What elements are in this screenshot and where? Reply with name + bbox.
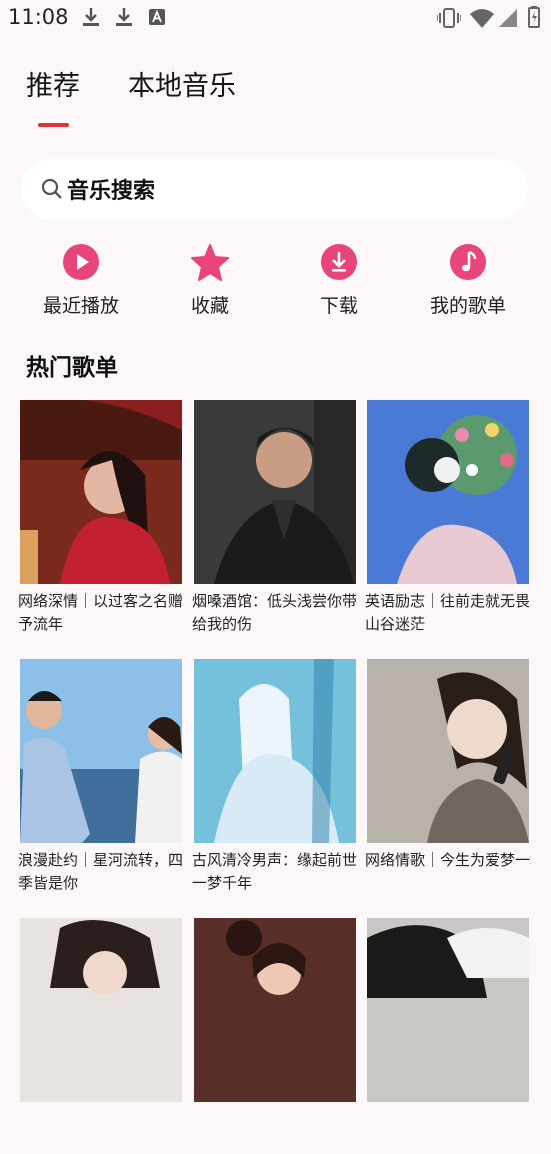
playlist-cover [20,918,182,1102]
playlist-caption [365,1108,531,1154]
favorites-label: 收藏 [190,295,229,317]
playlist-cover [20,659,182,843]
status-time: 11:08 [8,5,69,29]
tab-indicator [38,123,69,127]
hot-playlists-title: 热门歌单 [26,355,118,381]
my-playlists-button[interactable]: 我的歌单 [413,243,523,318]
playlist-caption: 浪漫赴约｜星河流转，四 季皆是你 [18,851,184,892]
download-notification-icon-2 [116,8,132,26]
playlist-cover [367,400,529,584]
playlist-cover [194,918,356,1102]
recent-play-button[interactable]: 最近播放 [26,243,136,318]
playlist-card[interactable]: 网络深情｜以过客之名赠 予流年 [18,400,183,633]
playlist-card[interactable] [20,918,182,1102]
playlist-caption: 烟嗓酒馆：低头浅尝你带 给我的伤 [192,592,358,633]
playlist-caption [192,1108,358,1154]
playlist-card[interactable]: 古风清冷男声：缘起前世 一梦千年 [192,659,357,892]
download-label: 下载 [319,295,358,317]
playlist-card[interactable]: 烟嗓酒馆：低头浅尝你带 给我的伤 [192,400,357,633]
cellular-signal-icon [499,9,517,27]
search-input[interactable]: 音乐搜索 [67,173,155,205]
recent-play-label: 最近播放 [42,295,119,317]
playlist-card[interactable]: 网络情歌｜今生为爱梦一场 [365,659,531,869]
playlist-caption: 网络情歌｜今生为爱梦一场 [365,851,531,869]
playlist-cover [367,918,529,1102]
playlist-card[interactable] [194,918,356,1102]
tab-local-music[interactable]: 本地音乐 [128,64,236,103]
download-button[interactable]: 下载 [284,243,394,318]
star-icon [191,244,229,281]
tab-recommend[interactable]: 推荐 [26,64,80,103]
download-icon [321,244,357,280]
my-playlists-label: 我的歌单 [429,295,506,317]
playlist-caption [18,1108,184,1154]
search-bar[interactable]: 音乐搜索 [21,159,528,219]
wifi-icon [470,9,494,28]
playlist-cover [367,659,529,843]
status-bar: 11:08 [0,0,551,36]
music-note-icon [450,244,486,280]
vibrate-icon [437,8,461,28]
playlist-card[interactable]: 英语励志｜往前走就无畏 山谷迷茫 [365,400,530,633]
favorites-button[interactable]: 收藏 [155,243,265,318]
playlist-caption: 英语励志｜往前走就无畏 山谷迷茫 [365,592,531,633]
playlist-cover [20,400,182,584]
playlist-caption: 古风清冷男声：缘起前世 一梦千年 [192,851,358,892]
playlist-cover [194,659,356,843]
play-icon [63,244,99,280]
playlist-caption: 网络深情｜以过客之名赠 予流年 [18,592,184,633]
playlist-cover [194,400,356,584]
battery-icon [528,6,540,28]
search-icon [41,178,62,199]
playlist-card[interactable]: 浪漫赴约｜星河流转，四 季皆是你 [18,659,183,892]
download-notification-icon [83,8,99,26]
keyboard-notification-icon [149,9,165,25]
playlist-card[interactable] [367,918,529,1102]
